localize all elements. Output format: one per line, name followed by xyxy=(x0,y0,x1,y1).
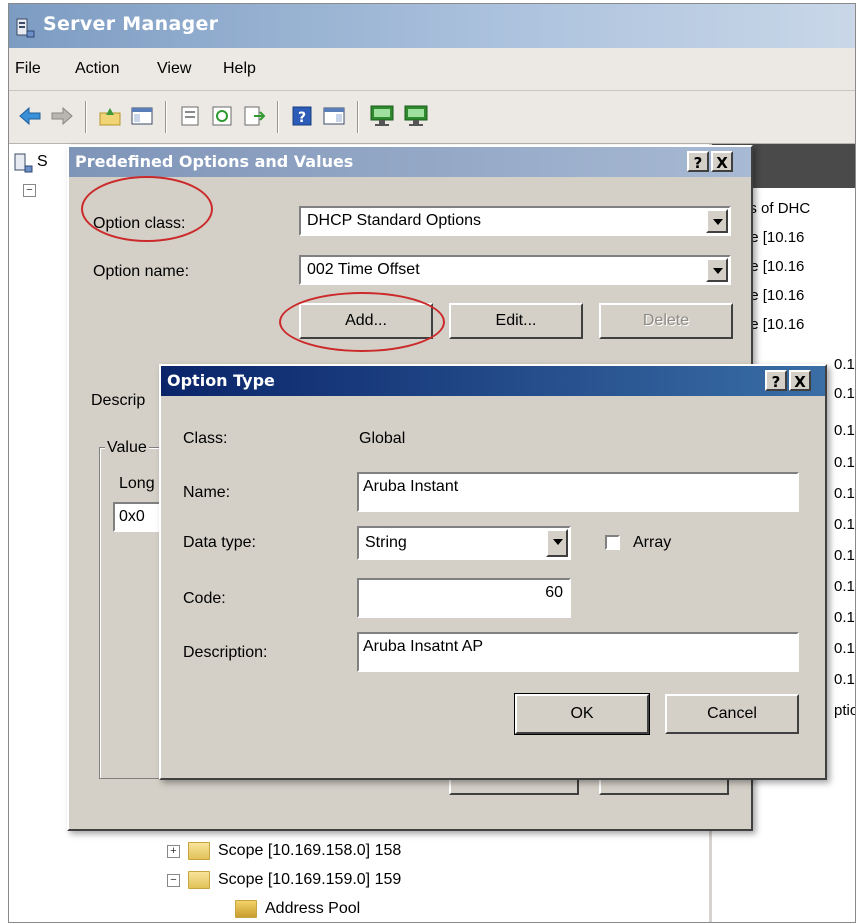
tree-row[interactable]: Address Pool xyxy=(235,900,360,918)
chevron-down-icon[interactable] xyxy=(706,209,728,233)
long-label: Long xyxy=(119,475,155,492)
class-label: Class: xyxy=(183,430,228,447)
tree-row[interactable]: + Scope [10.169.158.0] 158 xyxy=(167,842,401,860)
description-value: Aruba Insatnt AP xyxy=(363,638,484,655)
window-title: Server Manager xyxy=(43,13,219,35)
toolbar: ? xyxy=(9,91,855,144)
option-type-title: Option Type xyxy=(167,371,275,390)
code-label: Code: xyxy=(183,590,226,607)
toolbar-separator xyxy=(277,101,279,133)
export-list-icon[interactable] xyxy=(241,103,267,129)
results-row[interactable]: 0.16 xyxy=(834,516,855,533)
show-hide-tree-icon[interactable] xyxy=(129,103,155,129)
folder-icon xyxy=(188,871,210,889)
results-row[interactable]: 0.16 xyxy=(834,640,855,657)
results-row[interactable]: 0.16 xyxy=(834,609,855,626)
annotation-oval xyxy=(279,292,445,352)
tree-row-label: Scope [10.169.159.0] 159 xyxy=(218,871,402,888)
results-row[interactable]: 0.16 xyxy=(834,578,855,595)
server-monitor-2-icon[interactable] xyxy=(403,103,429,129)
class-value: Global xyxy=(359,430,406,447)
long-value-text: 0x0 xyxy=(119,508,145,525)
properties-icon[interactable] xyxy=(177,103,203,129)
menu-action[interactable]: Action xyxy=(75,60,119,78)
tree-row-label: Address Pool xyxy=(265,900,361,917)
code-value: 60 xyxy=(545,584,563,601)
menu-bar: File Action View Help xyxy=(9,48,855,91)
annotation-oval xyxy=(81,176,213,242)
description-field[interactable]: Aruba Insatnt AP xyxy=(357,632,799,672)
refresh-icon[interactable] xyxy=(209,103,235,129)
tree-row[interactable]: − Scope [10.169.159.0] 159 xyxy=(167,871,401,889)
toolbar-separator xyxy=(165,101,167,133)
menu-view[interactable]: View xyxy=(157,60,191,78)
server-manager-icon xyxy=(15,17,35,39)
back-arrow-icon[interactable] xyxy=(17,103,43,129)
svg-text:?: ? xyxy=(298,110,306,126)
data-type-label: Data type: xyxy=(183,534,256,551)
results-row[interactable]: 0.16 xyxy=(834,485,855,502)
option-type-titlebar[interactable]: Option Type ? X xyxy=(161,366,825,396)
toolbar-separator xyxy=(85,101,87,133)
menu-file[interactable]: File xyxy=(15,60,41,78)
tree-root-label: S xyxy=(37,153,48,170)
help-button[interactable]: ? xyxy=(765,370,787,391)
option-name-value: 002 Time Offset xyxy=(307,261,420,278)
option-type-dialog: Option Type ? X Class: Global Name: Arub… xyxy=(159,364,827,780)
chevron-down-icon[interactable] xyxy=(706,258,728,282)
folder-icon xyxy=(188,842,210,860)
data-type-select[interactable]: String xyxy=(357,526,571,560)
menu-help[interactable]: Help xyxy=(223,60,256,78)
tree-row-label: Scope [10.169.158.0] 158 xyxy=(218,842,402,859)
name-label: Name: xyxy=(183,484,231,501)
value-group-label: Value xyxy=(105,439,149,457)
option-class-select[interactable]: DHCP Standard Options xyxy=(299,206,731,236)
server-monitor-icon[interactable] xyxy=(369,103,395,129)
cancel-button[interactable]: Cancel xyxy=(665,694,799,734)
array-label: Array xyxy=(633,534,672,551)
option-name-select[interactable]: 002 Time Offset xyxy=(299,255,731,285)
tree-collapse-toggle[interactable]: − xyxy=(23,184,36,197)
name-field[interactable]: Aruba Instant xyxy=(357,472,799,512)
results-row[interactable]: 0.16 xyxy=(834,422,855,439)
tree-expand-toggle[interactable]: + xyxy=(167,844,180,858)
description-label: Descrip xyxy=(91,392,146,409)
toolbar-separator xyxy=(357,101,359,133)
array-checkbox[interactable] xyxy=(605,535,620,550)
help-icon[interactable]: ? xyxy=(289,103,315,129)
option-class-value: DHCP Standard Options xyxy=(307,212,482,229)
results-row[interactable]: 0.16 xyxy=(834,547,855,564)
tree-collapse-toggle[interactable]: − xyxy=(167,873,180,887)
up-folder-icon[interactable] xyxy=(97,103,123,129)
results-row[interactable]: ptio xyxy=(834,702,855,719)
results-row[interactable]: 0.16 xyxy=(834,454,855,471)
address-pool-icon xyxy=(235,900,257,918)
ok-button[interactable]: OK xyxy=(514,693,650,735)
results-row[interactable]: 0.16 xyxy=(834,356,855,373)
results-row[interactable]: 0.16 xyxy=(834,671,855,688)
predefined-dialog-title: Predefined Options and Values xyxy=(75,152,354,171)
close-button[interactable]: X xyxy=(789,370,811,391)
data-type-value: String xyxy=(365,534,407,551)
chevron-down-icon[interactable] xyxy=(546,529,568,557)
server-node-icon[interactable] xyxy=(13,152,33,179)
show-action-pane-icon[interactable] xyxy=(321,103,347,129)
forward-arrow-icon[interactable] xyxy=(49,103,75,129)
results-row[interactable]: 0.16 xyxy=(834,385,855,402)
code-field[interactable]: 60 xyxy=(357,578,571,618)
description-label: Description: xyxy=(183,644,268,661)
delete-button[interactable]: Delete xyxy=(599,303,733,339)
close-button[interactable]: X xyxy=(711,151,733,172)
name-value: Aruba Instant xyxy=(363,478,459,495)
window-titlebar[interactable]: Server Manager xyxy=(9,4,855,48)
server-manager-window: Server Manager File Action View Help ? S… xyxy=(8,3,856,923)
help-button[interactable]: ? xyxy=(687,151,709,172)
edit-button[interactable]: Edit... xyxy=(449,303,583,339)
option-name-label: Option name: xyxy=(93,263,190,280)
predefined-dialog-titlebar[interactable]: Predefined Options and Values ? X xyxy=(69,147,751,177)
